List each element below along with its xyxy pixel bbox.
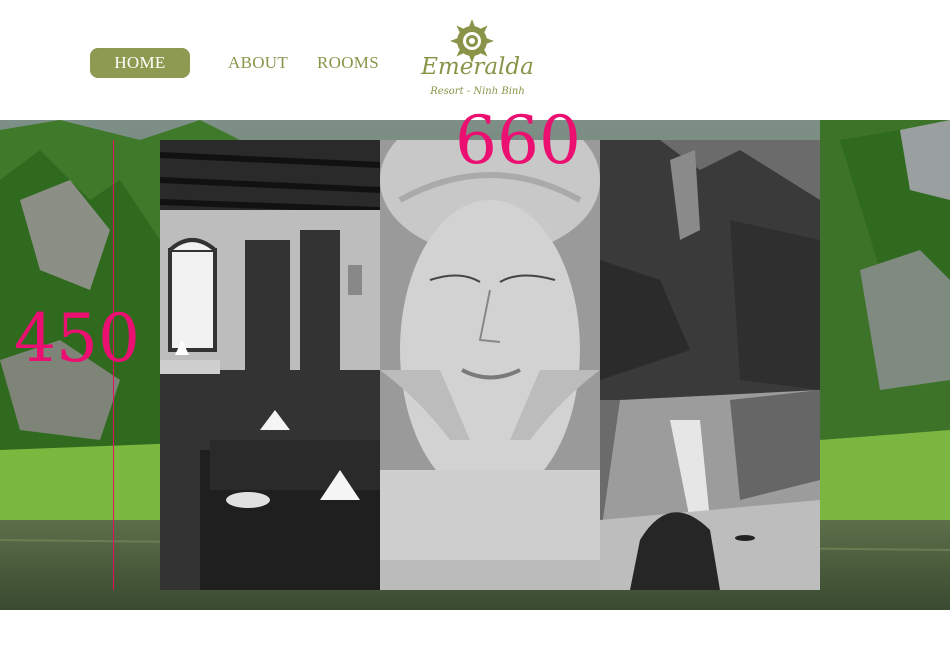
logo-name: Emeralda	[421, 54, 534, 80]
landscape-photo[interactable]	[600, 140, 820, 590]
page-footer	[0, 610, 950, 650]
width-annotation: 660	[455, 102, 581, 179]
nav-home-button[interactable]: HOME	[90, 48, 190, 78]
restaurant-photo[interactable]	[160, 140, 380, 590]
logo-subtitle: Resort - Ninh Binh	[430, 86, 525, 97]
resort-logo[interactable]: Emeralda Resort - Ninh Binh	[420, 14, 535, 106]
spa-photo[interactable]	[380, 140, 600, 590]
nav-rooms-link[interactable]: ROOMS	[317, 48, 379, 78]
height-annotation: 450	[14, 300, 140, 377]
nav-about-link[interactable]: ABOUT	[228, 48, 288, 78]
